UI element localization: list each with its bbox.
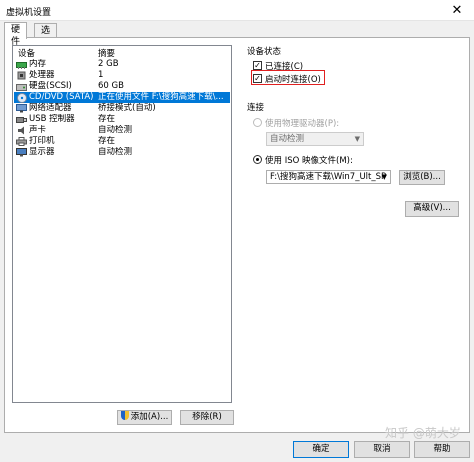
help-button[interactable]: 帮助	[414, 441, 470, 458]
connect-at-power-on-checkbox[interactable]: ✓	[253, 74, 262, 83]
advanced-button[interactable]: 高级(V)...	[405, 201, 459, 217]
connected-checkbox[interactable]: ✓	[253, 61, 262, 70]
uac-shield-icon	[120, 411, 129, 420]
device-name: 硬盘(SCSI)	[29, 81, 72, 91]
device-name: CD/DVD (SATA)	[29, 92, 94, 102]
iso-path-select[interactable]: F:\搜狗高速下载\Win7_Ult_SP ▼	[266, 170, 391, 184]
header-summary: 摘要	[98, 49, 116, 59]
device-row-usb[interactable]: USB 控制器 存在	[14, 114, 230, 125]
tab-hardware[interactable]: 硬件	[4, 22, 28, 47]
device-summary: 60 GB	[98, 81, 124, 91]
device-name: 打印机	[29, 136, 55, 146]
device-summary: 正在使用文件 F:\搜狗高速下载\...	[98, 92, 224, 102]
connection-label: 连接	[247, 103, 265, 113]
memory-icon	[16, 60, 27, 69]
device-status-label: 设备状态	[247, 47, 282, 57]
ok-button[interactable]: 确定	[293, 441, 349, 458]
list-header: 设备 摘要	[13, 46, 231, 59]
device-row-display[interactable]: 显示器 自动检测	[14, 147, 230, 158]
window-title: 虚拟机设置	[6, 8, 52, 18]
device-name: 内存	[29, 59, 47, 69]
device-summary: 1	[98, 70, 104, 80]
browse-button[interactable]: 浏览(B)...	[399, 170, 445, 185]
cpu-icon	[16, 71, 27, 80]
physical-drive-value: 自动检测	[270, 134, 305, 144]
device-row-network-adapter[interactable]: 网络适配器 桥接模式(自动)	[14, 103, 230, 114]
remove-button[interactable]: 移除(R)	[180, 410, 234, 425]
device-name: 处理器	[29, 70, 55, 80]
display-icon	[16, 148, 27, 157]
close-button[interactable]: ✕	[440, 0, 474, 21]
device-row-cd-dvd[interactable]: CD/DVD (SATA) 正在使用文件 F:\搜狗高速下载\...	[14, 92, 230, 103]
tab-options[interactable]: 选项	[34, 23, 58, 48]
device-summary: 2 GB	[98, 59, 119, 69]
chevron-down-icon: ▼	[354, 135, 360, 143]
watermark-text: 知乎 @萌大岁	[385, 426, 461, 440]
device-row-printer[interactable]: 打印机 存在	[14, 136, 230, 147]
physical-drive-label[interactable]: 使用物理驱动器(P):	[265, 117, 339, 129]
device-list[interactable]: 设备 摘要 内存 2 GB 处理器 1 硬盘(SCSI) 60 GB CD/DV…	[12, 45, 232, 403]
cd-dvd-icon	[16, 92, 27, 103]
add-button[interactable]: 添加(A)...	[117, 410, 172, 425]
printer-icon	[16, 137, 27, 146]
device-summary: 存在	[98, 136, 116, 146]
iso-image-radio[interactable]	[253, 155, 262, 164]
device-name: 显示器	[29, 147, 55, 157]
device-row-sound-card[interactable]: 声卡 自动检测	[14, 125, 230, 136]
chevron-down-icon: ▼	[381, 173, 387, 181]
hard-disk-icon	[16, 82, 27, 91]
device-summary: 桥接模式(自动)	[98, 103, 156, 113]
device-row-cpu[interactable]: 处理器 1	[14, 70, 230, 81]
cancel-button[interactable]: 取消	[354, 441, 410, 458]
iso-path-value: F:\搜狗高速下载\Win7_Ult_SP	[270, 172, 387, 182]
add-button-label: 添加(A)...	[130, 412, 169, 422]
iso-image-label[interactable]: 使用 ISO 映像文件(M):	[265, 154, 353, 166]
device-name: USB 控制器	[29, 114, 75, 124]
device-name: 声卡	[29, 125, 47, 135]
connect-at-power-on-label[interactable]: 启动时连接(O)	[265, 73, 321, 85]
device-summary: 自动检测	[98, 125, 133, 135]
device-row-hard-disk[interactable]: 硬盘(SCSI) 60 GB	[14, 81, 230, 92]
sound-card-icon	[16, 126, 27, 135]
network-adapter-icon	[16, 104, 27, 113]
header-device: 设备	[18, 49, 36, 59]
device-row-memory[interactable]: 内存 2 GB	[14, 59, 230, 70]
physical-drive-select[interactable]: 自动检测 ▼	[266, 132, 364, 146]
device-summary: 存在	[98, 114, 116, 124]
title-bar: 虚拟机设置 ✕	[0, 0, 474, 21]
physical-drive-radio[interactable]	[253, 118, 262, 127]
usb-icon	[16, 115, 27, 124]
device-summary: 自动检测	[98, 147, 133, 157]
device-name: 网络适配器	[29, 103, 72, 113]
